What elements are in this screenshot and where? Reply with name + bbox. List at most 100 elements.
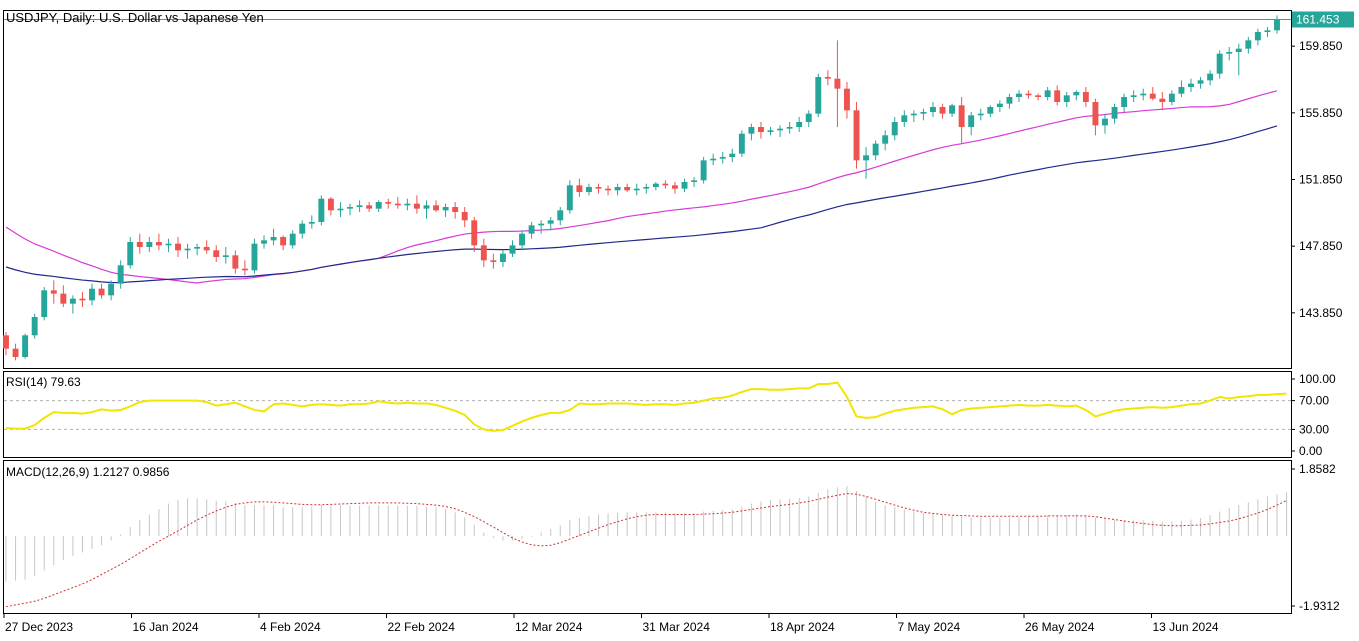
price-pane[interactable] <box>3 10 1292 369</box>
x-tick-label: 18 Apr 2024 <box>770 620 835 634</box>
candle-body <box>1254 32 1261 41</box>
rsi-tick-label: 70.00 <box>1299 394 1329 408</box>
candle-body <box>146 242 153 247</box>
candle-body <box>605 188 612 191</box>
candle-body <box>1168 93 1175 102</box>
candle-body <box>155 242 162 246</box>
candle-body <box>557 210 564 221</box>
candle-body <box>261 240 267 244</box>
candle-body <box>194 247 201 249</box>
candle-body <box>337 208 344 211</box>
x-tick-label: 13 Jun 2024 <box>1153 620 1219 634</box>
candle-body <box>824 77 831 79</box>
candle-body <box>1025 93 1032 96</box>
candle-body <box>79 298 86 301</box>
candle-body <box>1082 92 1089 102</box>
candle-body <box>452 207 459 212</box>
candle-body <box>767 130 774 132</box>
rsi-tick-label: 100.00 <box>1299 372 1336 386</box>
candle-body <box>136 242 143 247</box>
x-tick-label: 26 May 2024 <box>1025 620 1095 634</box>
candle-body <box>1216 53 1223 74</box>
candle-body <box>299 223 306 234</box>
candle-body <box>1035 95 1042 97</box>
candle-body <box>1063 95 1070 102</box>
macd-signal-line <box>5 493 1287 608</box>
candle-body <box>729 153 736 157</box>
candle-body <box>901 115 908 122</box>
candle-body <box>977 113 984 116</box>
candle-body <box>844 88 850 111</box>
current-price-value: 161.453 <box>1296 13 1340 27</box>
rsi-pane[interactable] <box>3 371 1292 458</box>
candle-body <box>671 185 678 189</box>
candle-body <box>700 160 707 181</box>
price-tick-label: 159.850 <box>1299 39 1343 53</box>
candle-body <box>777 128 784 131</box>
ma-slow-line <box>5 125 1278 284</box>
candle-body <box>585 187 592 192</box>
candle-body <box>1188 83 1194 87</box>
candle-body <box>872 143 879 156</box>
candle-body <box>175 243 181 251</box>
candle-body <box>423 205 430 209</box>
candle-body <box>834 78 841 89</box>
candle-body <box>289 233 296 246</box>
candle-body <box>710 158 717 161</box>
macd-tick-label: -1.9312 <box>1299 599 1340 613</box>
macd-label: MACD(12,26,9) 1.2127 0.9856 <box>6 465 170 479</box>
candle-body <box>108 283 115 296</box>
candle-body <box>1073 92 1080 96</box>
candle-body <box>366 205 373 209</box>
candle-body <box>1149 93 1156 99</box>
axis-layer: 159.850 155.850 151.850 147.850 143.850 100.0… <box>3 39 1343 634</box>
candle-body <box>60 293 67 304</box>
candle-body <box>796 122 803 127</box>
candle-body <box>920 112 927 114</box>
candle-body <box>748 127 755 134</box>
candle-body <box>624 187 631 191</box>
candle-body <box>1264 30 1271 32</box>
candle-body <box>1207 73 1214 81</box>
candle-body <box>1016 93 1022 97</box>
candle-body <box>127 242 134 266</box>
candle-body <box>394 203 401 206</box>
candle-body <box>1044 90 1051 97</box>
candle-body <box>117 265 124 284</box>
x-tick-label: 27 Dec 2023 <box>5 620 73 634</box>
candle-body <box>853 110 860 161</box>
candle-body <box>251 243 258 271</box>
price-series-layer <box>3 15 1291 361</box>
candle-body <box>98 288 105 296</box>
candle-body <box>958 105 965 127</box>
candle-body <box>1245 40 1252 49</box>
price-tick-label: 147.850 <box>1299 239 1343 253</box>
candle-body <box>31 317 38 336</box>
usdjpy-daily-chart[interactable]: 159.850 155.850 151.850 147.850 143.850 100.0… <box>0 0 1359 641</box>
x-tick-label: 16 Jan 2024 <box>133 620 199 634</box>
candle-body <box>12 348 19 357</box>
candle-body <box>50 290 57 294</box>
candle-body <box>213 250 220 257</box>
candle-body <box>1006 97 1013 104</box>
candle-body <box>576 185 583 192</box>
candle-body <box>327 198 334 211</box>
candle-body <box>1159 98 1166 102</box>
candle-body <box>404 203 411 206</box>
candle-body <box>1178 87 1185 94</box>
price-tick-label: 143.850 <box>1299 306 1343 320</box>
candle-body <box>3 335 9 349</box>
candle-body <box>882 135 889 144</box>
macd-pane[interactable] <box>3 460 1292 614</box>
candle-body <box>987 107 994 114</box>
candle-body <box>528 225 535 234</box>
price-tick-label: 151.850 <box>1299 173 1343 187</box>
candle-body <box>1140 93 1147 96</box>
candle-body <box>1102 118 1108 126</box>
candle-body <box>461 212 468 221</box>
candle-body <box>41 290 48 317</box>
candle-body <box>1197 80 1204 84</box>
candle-body <box>547 220 554 224</box>
candle-body <box>509 245 516 254</box>
candle-body <box>930 107 936 112</box>
